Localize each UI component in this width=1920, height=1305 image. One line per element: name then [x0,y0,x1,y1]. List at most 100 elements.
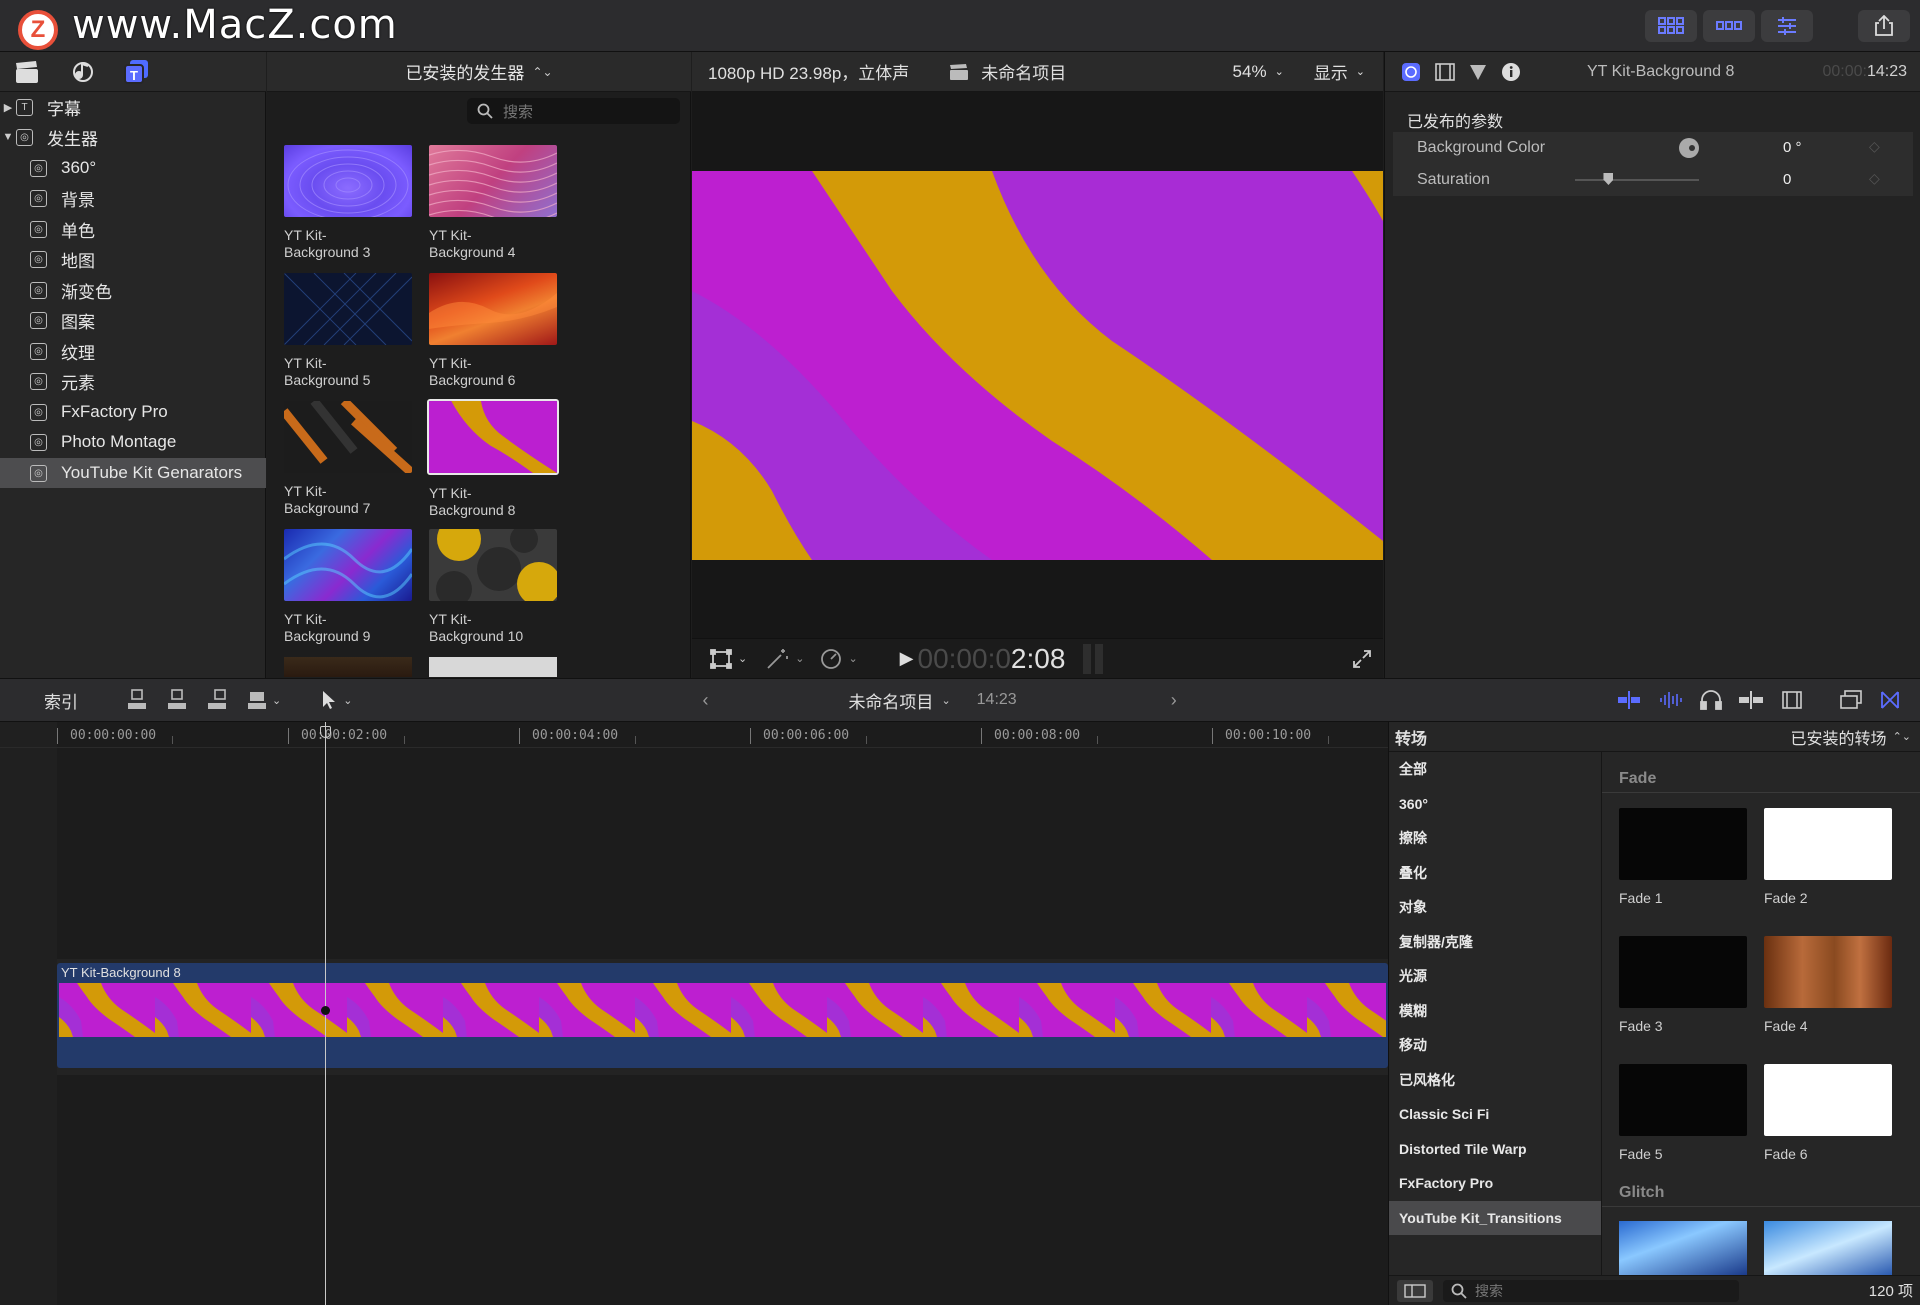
sidebar-item-generators[interactable]: ▼ ◎ 发生器 [0,122,266,152]
disclosure-right-icon[interactable]: ▶ [0,101,16,114]
sidebar-item-backgrounds[interactable]: ◎ 背景 [0,183,266,213]
generator-item-selected[interactable]: YT Kit- Background 8 [427,399,559,519]
append-clip-button[interactable] [206,689,228,711]
chevron-down-icon[interactable]: ⌄ [941,694,950,707]
audio-skimming-button[interactable] [1658,690,1684,710]
generator-item-partial[interactable] [429,657,557,677]
generator-item-partial[interactable] [284,657,412,677]
transition-item[interactable]: Fade 4 [1764,936,1892,1034]
transitions-search-field[interactable]: 搜索 [1443,1279,1739,1302]
generator-inspector-tab[interactable] [1401,62,1421,82]
connect-clip-button[interactable] [126,689,148,711]
playhead-handle[interactable] [320,726,331,738]
angle-dial[interactable] [1678,137,1700,159]
saturation-slider[interactable] [1575,173,1699,185]
insert-clip-button[interactable] [166,689,188,711]
inspector-toggle-button[interactable] [1761,10,1813,42]
filmstrip-button[interactable] [1703,10,1755,42]
chevron-down-icon[interactable]: ⌄ [738,652,747,665]
category-item[interactable]: 模糊 [1389,994,1601,1028]
generator-item[interactable]: YT Kit- Background 5 [284,273,412,389]
skimming-button[interactable] [1616,690,1642,710]
titles-generators-button[interactable]: T [124,59,150,85]
chevron-down-icon[interactable]: ⌄ [272,694,281,707]
chevron-down-icon[interactable]: ⌄ [1356,65,1365,78]
chevron-down-icon[interactable]: ⌄ [848,652,857,665]
sidebar-item-photo-montage[interactable]: ◎ Photo Montage [0,427,266,457]
timeline[interactable]: 00:00:00:00 00:00:02:00 00:00:04:00 00:0… [0,722,1388,1305]
category-item[interactable]: 360° [1389,787,1601,821]
sidebar-item-360[interactable]: ◎ 360° [0,153,266,183]
transitions-browser-button[interactable] [1880,690,1900,710]
keyframe-icon[interactable]: ◇ [1869,170,1880,187]
sidebar-item-patterns[interactable]: ◎ 图案 [0,305,266,335]
sidebar-item-maps[interactable]: ◎ 地图 [0,244,266,274]
transform-button[interactable] [710,648,732,669]
keyframe-icon[interactable]: ◇ [1869,138,1880,155]
sidebar-item-textures[interactable]: ◎ 纹理 [0,336,266,366]
category-item[interactable]: 已风格化 [1389,1063,1601,1097]
chevron-updown-icon[interactable]: ⌃⌄ [532,65,552,79]
generator-item[interactable]: YT Kit- Background 10 [429,529,557,645]
chevron-down-icon[interactable]: ⌄ [343,694,352,707]
browser-search-field[interactable]: 搜索 [467,98,680,124]
sidebar-item-elements[interactable]: ◎ 元素 [0,366,266,396]
generator-item[interactable]: YT Kit- Background 9 [284,529,412,645]
transition-item-partial[interactable] [1764,1221,1892,1275]
param-value[interactable]: 0 [1783,171,1791,188]
category-item[interactable]: 叠化 [1389,856,1601,890]
fullscreen-button[interactable] [1353,649,1371,668]
video-preview[interactable] [692,171,1383,560]
category-item[interactable]: 全部 [1389,752,1601,786]
category-item[interactable]: 光源 [1389,959,1601,993]
timeline-ruler[interactable]: 00:00:00:00 00:00:02:00 00:00:04:00 00:0… [0,722,1388,748]
sidebar-item-gradients[interactable]: ◎ 渐变色 [0,275,266,305]
category-item[interactable]: 复制器/克隆 [1389,925,1601,959]
sidebar-item-fxfactory[interactable]: ◎ FxFactory Pro [0,397,266,427]
sidebar-item-youtube-kit[interactable]: ◎ YouTube Kit Genarators [0,458,266,488]
disclosure-down-icon[interactable]: ▼ [0,131,16,143]
generator-item[interactable]: YT Kit- Background 7 [284,401,412,517]
transition-item[interactable]: Fade 6 [1764,1064,1892,1162]
forward-arrow-icon[interactable]: › [1171,690,1177,711]
grid-view-button[interactable] [1645,10,1697,42]
sidebar-item-solids[interactable]: ◎ 单色 [0,214,266,244]
installed-generators-dropdown[interactable]: 已安装的发生器 [405,59,524,84]
category-item[interactable]: Classic Sci Fi [1389,1097,1601,1131]
info-inspector-tab[interactable] [1501,62,1521,82]
generator-item[interactable]: YT Kit- Background 3 [284,145,412,261]
transition-item[interactable]: Fade 5 [1619,1064,1747,1162]
effects-browser-button[interactable] [1840,690,1862,710]
chevron-down-icon[interactable]: ⌄ [1275,65,1284,78]
snapping-button[interactable] [1738,690,1764,710]
select-tool-button[interactable] [321,690,337,710]
clip-appearance-button[interactable] [1782,691,1802,709]
installed-transitions-dropdown[interactable]: 已安装的转场 [1791,725,1887,749]
share-button[interactable] [1858,10,1910,42]
color-inspector-tab[interactable] [1469,63,1487,81]
generator-item[interactable]: YT Kit- Background 6 [429,273,557,389]
index-button[interactable]: 索引 [44,688,78,713]
play-icon[interactable]: ▶ [900,648,914,669]
category-item[interactable]: 擦除 [1389,821,1601,855]
timeline-clip[interactable]: YT Kit-Background 8 [57,963,1388,1068]
category-item[interactable]: FxFactory Pro [1389,1166,1601,1200]
overwrite-clip-button[interactable] [246,689,268,711]
zoom-dropdown[interactable]: 54% [1233,62,1267,82]
category-item-selected[interactable]: YouTube Kit_Transitions [1389,1201,1601,1235]
view-options-dropdown[interactable]: 显示 [1314,59,1348,84]
category-item[interactable]: 对象 [1389,890,1601,924]
back-arrow-icon[interactable]: ‹ [702,690,708,711]
category-item[interactable]: 移动 [1389,1028,1601,1062]
photos-audio-button[interactable] [70,60,96,84]
transition-item[interactable]: Fade 1 [1619,808,1747,906]
sidebar-item-titles[interactable]: ▶ T 字幕 [0,92,266,122]
transition-item[interactable]: Fade 3 [1619,936,1747,1034]
timeline-project-name[interactable]: 未命名项目 [848,688,933,713]
libraries-button[interactable] [14,60,40,84]
retime-button[interactable] [820,648,842,670]
transition-item-partial[interactable] [1619,1221,1747,1275]
slider-knob[interactable] [1603,173,1614,185]
generator-item[interactable]: YT Kit- Background 4 [429,145,557,261]
transition-item[interactable]: Fade 2 [1764,808,1892,906]
